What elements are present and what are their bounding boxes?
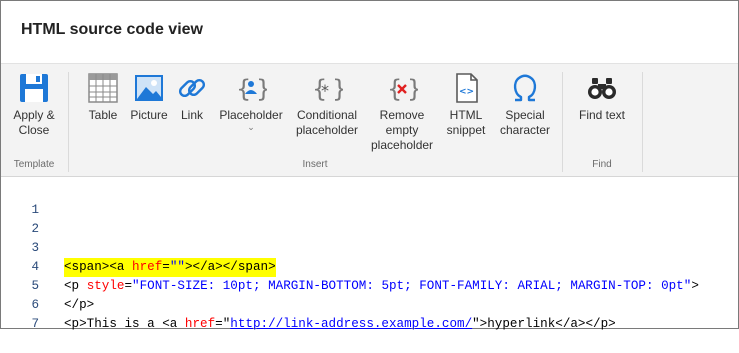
code-line: 2 (1, 201, 738, 236)
link-icon (178, 78, 206, 98)
code-line: 3 <span><a href=""></a></span> (1, 220, 738, 277)
remove-empty-placeholder-label: Remove empty placeholder (371, 108, 434, 152)
find-group: Find text Find (563, 64, 641, 178)
remove-placeholder-icon: { } (387, 75, 418, 103)
template-group: Apply & Close Template (1, 64, 67, 178)
html-snippet-icon: <> (456, 73, 478, 103)
table-label: Table (88, 108, 118, 122)
table-button[interactable]: Table (83, 72, 123, 123)
svg-text:{: { (387, 75, 402, 103)
find-group-label: Find (592, 159, 612, 170)
apply-close-button[interactable]: Apply & Close (7, 72, 61, 138)
placeholder-button[interactable]: { } Placeholder ⌄ (217, 72, 285, 132)
code-line: 5 </p> (1, 258, 738, 312)
apply-close-label: Apply & Close (13, 108, 55, 137)
title-bar: HTML source code view (1, 1, 738, 63)
insert-group: Table Picture Link {Placeholder ⌄ {* C… (69, 64, 561, 178)
conditional-placeholder-icon: { } * (312, 75, 343, 103)
line-number: 7 (31, 317, 39, 331)
conditional-placeholder-label: Conditional placeholder (295, 108, 359, 137)
placeholder-icon: { } (236, 75, 267, 103)
code-text: <p>This is a <a href="http://link-addres… (64, 315, 616, 334)
html-snippet-button[interactable]: <> HTML snippet (441, 72, 491, 138)
omega-icon (513, 74, 537, 102)
insert-group-label: Insert (302, 159, 328, 170)
binoculars-icon (588, 78, 616, 99)
svg-text:*: * (321, 81, 329, 100)
picture-button[interactable]: Picture (127, 72, 171, 123)
svg-text:}: } (407, 75, 418, 103)
find-text-button[interactable]: Find text (573, 72, 631, 123)
code-line: 1 (1, 182, 738, 217)
svg-text:}: } (256, 75, 267, 103)
html-source-dialog: HTML source code view Apply & Close Temp… (0, 0, 739, 331)
code-line: 7 (1, 296, 738, 331)
ribbon-divider (642, 72, 643, 172)
remove-empty-placeholder-button[interactable]: { } Remove empty placeholder (371, 72, 433, 153)
code-editor[interactable]: 1 2 3 <span><a href=""></a></span> 4 <p … (1, 178, 738, 331)
code-line: 4 <p style="FONT-SIZE: 10pt; MARGIN-BOTT… (1, 239, 738, 293)
html-snippet-label: HTML snippet (446, 108, 486, 137)
placeholder-label: Placeholder (219, 108, 283, 122)
placeholder-chevron-down-icon: ⌄ (247, 122, 255, 132)
code-line: 6 <p>This is a <a href="http://link-addr… (1, 277, 738, 331)
ribbon-toolbar: Apply & Close Template Table Picture Lin… (1, 63, 738, 177)
svg-text:}: } (332, 75, 343, 103)
svg-text:<>: <> (459, 87, 474, 97)
link-label: Link (180, 108, 203, 122)
conditional-placeholder-button[interactable]: { } * Conditional placeholder (291, 72, 363, 138)
dialog-title: HTML source code view (21, 21, 203, 38)
save-icon (20, 74, 48, 102)
find-text-label: Find text (578, 108, 626, 122)
picture-label: Picture (130, 108, 168, 122)
svg-text:{: { (236, 75, 251, 103)
special-character-button[interactable]: Special character (495, 72, 555, 138)
special-character-label: Special character (499, 108, 551, 137)
link-button[interactable]: Link (175, 72, 209, 123)
picture-icon (135, 75, 163, 101)
template-group-label: Template (13, 159, 55, 170)
table-icon (88, 73, 118, 103)
